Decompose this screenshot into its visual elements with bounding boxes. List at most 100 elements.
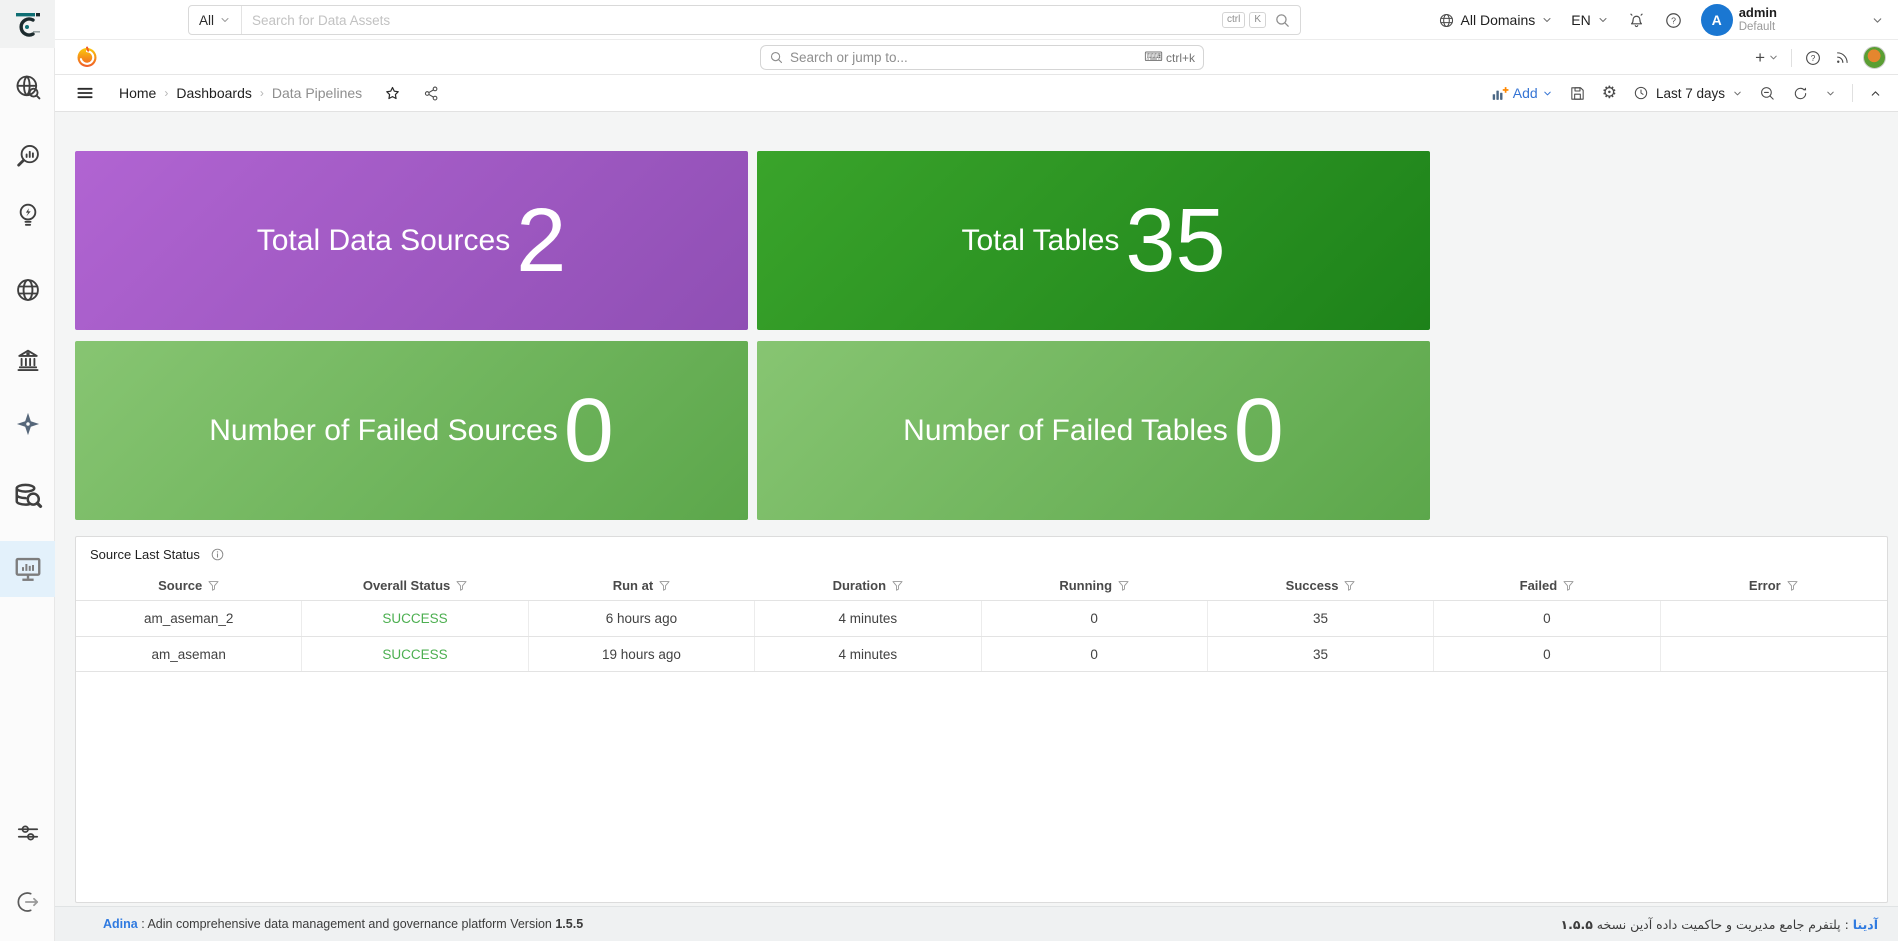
- chevron-down-icon: [219, 14, 231, 26]
- refresh-button[interactable]: [1792, 85, 1809, 102]
- ctrl-key-badge: ctrl: [1221, 12, 1246, 28]
- grafana-new-button[interactable]: +: [1755, 48, 1779, 68]
- zoom-out-time-button[interactable]: [1759, 85, 1776, 102]
- cell-running: 0: [982, 637, 1208, 671]
- language-label: EN: [1571, 12, 1591, 28]
- filter-icon[interactable]: [455, 579, 468, 592]
- grafana-help-button[interactable]: ?: [1804, 49, 1822, 67]
- asset-search-bar[interactable]: All ctrl K: [188, 5, 1301, 35]
- refresh-interval-dropdown[interactable]: [1825, 88, 1836, 99]
- avatar-initial: A: [1711, 12, 1722, 28]
- footer-brand-en[interactable]: Adina: [103, 917, 138, 931]
- filter-icon[interactable]: [1786, 579, 1799, 592]
- stat-value: 35: [1125, 190, 1226, 291]
- search-icon[interactable]: [1274, 12, 1291, 29]
- time-range-picker[interactable]: Last 7 days: [1633, 85, 1743, 101]
- save-dashboard-button[interactable]: [1569, 85, 1586, 102]
- cell-run-at: 6 hours ago: [529, 601, 756, 636]
- menu-toggle-button[interactable]: [75, 83, 95, 103]
- discovery-globe-search-icon[interactable]: [0, 65, 55, 109]
- collapse-toolbar-button[interactable]: [1869, 87, 1882, 100]
- save-icon: [1571, 86, 1584, 100]
- sidebar: [0, 0, 55, 941]
- governance-bank-icon[interactable]: [0, 338, 55, 382]
- column-header-run-at[interactable]: Run at: [529, 570, 755, 600]
- filter-icon[interactable]: [658, 579, 671, 592]
- add-panel-button[interactable]: Add: [1492, 85, 1553, 101]
- user-menu[interactable]: A admin Default: [1700, 4, 1777, 36]
- column-header-error[interactable]: Error: [1661, 570, 1887, 600]
- stat-value: 2: [516, 190, 567, 291]
- chevron-down-icon: [1871, 14, 1884, 27]
- zoom-out-icon: [1761, 86, 1774, 100]
- column-header-failed[interactable]: Failed: [1434, 570, 1660, 600]
- share-icon[interactable]: [423, 85, 440, 102]
- user-name: admin: [1738, 4, 1777, 20]
- chevron-down-icon: [1597, 14, 1609, 26]
- stat-value: 0: [1233, 380, 1284, 481]
- help-button[interactable]: ?: [1664, 11, 1683, 30]
- footer-brand-fa[interactable]: آدینا: [1853, 917, 1878, 932]
- cell-overall-status: SUCCESS: [302, 637, 529, 671]
- filter-icon[interactable]: [1343, 579, 1356, 592]
- adina-logo[interactable]: [0, 0, 55, 48]
- dashboards-monitor-icon[interactable]: [0, 547, 55, 591]
- filter-icon[interactable]: [1117, 579, 1130, 592]
- table-row: am_aseman SUCCESS 19 hours ago 4 minutes…: [76, 636, 1887, 672]
- grafana-search-placeholder: Search or jump to...: [790, 50, 908, 65]
- grafana-logo[interactable]: [75, 45, 99, 74]
- divider: [1852, 84, 1853, 102]
- globe-icon[interactable]: [0, 268, 55, 312]
- footer-version-fa: ۱.۵.۵: [1560, 916, 1593, 932]
- chevron-down-icon: [1825, 88, 1836, 99]
- time-range-label: Last 7 days: [1655, 85, 1725, 101]
- grafana-topbar: Search or jump to... ⌨ ctrl+k + ?: [55, 40, 1898, 75]
- grafana-avatar[interactable]: [1863, 46, 1886, 69]
- clock-icon: [1634, 86, 1648, 100]
- favorite-star-icon[interactable]: [384, 85, 401, 102]
- domains-dropdown[interactable]: All Domains: [1438, 12, 1554, 29]
- cell-success: 35: [1208, 637, 1435, 671]
- header-collapse-button[interactable]: [1871, 14, 1884, 27]
- dashboard-settings-button[interactable]: ⚙: [1602, 84, 1617, 102]
- column-header-duration[interactable]: Duration: [755, 570, 981, 600]
- breadcrumb: Home › Dashboards › Data Pipelines: [119, 85, 440, 102]
- column-header-source[interactable]: Source: [76, 570, 302, 600]
- asset-search-filter-dropdown[interactable]: All: [189, 6, 243, 34]
- table-header-row: Source Overall Status Run at Duration Ru…: [76, 570, 1887, 600]
- chevron-down-icon: [1732, 88, 1743, 99]
- profiling-search-chart-icon[interactable]: [0, 135, 55, 179]
- avatar: A: [1700, 4, 1733, 36]
- stat-label: Number of Failed Tables: [903, 413, 1228, 447]
- chevron-up-icon: [1869, 87, 1882, 100]
- status-table: Source Overall Status Run at Duration Ru…: [76, 570, 1887, 672]
- notifications-button[interactable]: [1627, 11, 1646, 30]
- settings-sliders-icon[interactable]: [0, 811, 55, 855]
- grafana-news-button[interactable]: [1834, 49, 1851, 66]
- breadcrumb-dashboards[interactable]: Dashboards: [176, 85, 252, 101]
- domains-label: All Domains: [1460, 12, 1536, 28]
- svg-text:?: ?: [1671, 15, 1676, 25]
- filter-icon[interactable]: [207, 579, 220, 592]
- source-last-status-panel: Source Last Status Source Overall Status…: [75, 536, 1888, 903]
- column-header-overall-status[interactable]: Overall Status: [302, 570, 528, 600]
- filter-icon[interactable]: [1562, 579, 1575, 592]
- language-dropdown[interactable]: EN: [1571, 12, 1608, 28]
- insights-bulb-icon[interactable]: [0, 193, 55, 237]
- integration-star-icon[interactable]: [0, 402, 55, 446]
- grafana-search-bar[interactable]: Search or jump to... ⌨ ctrl+k: [760, 45, 1204, 70]
- add-label: Add: [1512, 85, 1538, 101]
- info-icon[interactable]: [210, 547, 225, 562]
- database-search-icon[interactable]: [0, 474, 55, 518]
- breadcrumb-home[interactable]: Home: [119, 85, 156, 101]
- column-header-running[interactable]: Running: [982, 570, 1208, 600]
- question-icon: ?: [1806, 50, 1820, 65]
- stat-panels-grid: Total Data Sources 2 Total Tables 35 Num…: [75, 151, 1430, 520]
- logout-icon[interactable]: [0, 880, 55, 924]
- filter-icon[interactable]: [891, 579, 904, 592]
- panel-title: Source Last Status: [90, 547, 200, 562]
- asset-search-input[interactable]: [242, 12, 1222, 28]
- stat-panel-total-tables: Total Tables 35: [757, 151, 1430, 330]
- plus-icon: +: [1755, 47, 1765, 67]
- column-header-success[interactable]: Success: [1208, 570, 1434, 600]
